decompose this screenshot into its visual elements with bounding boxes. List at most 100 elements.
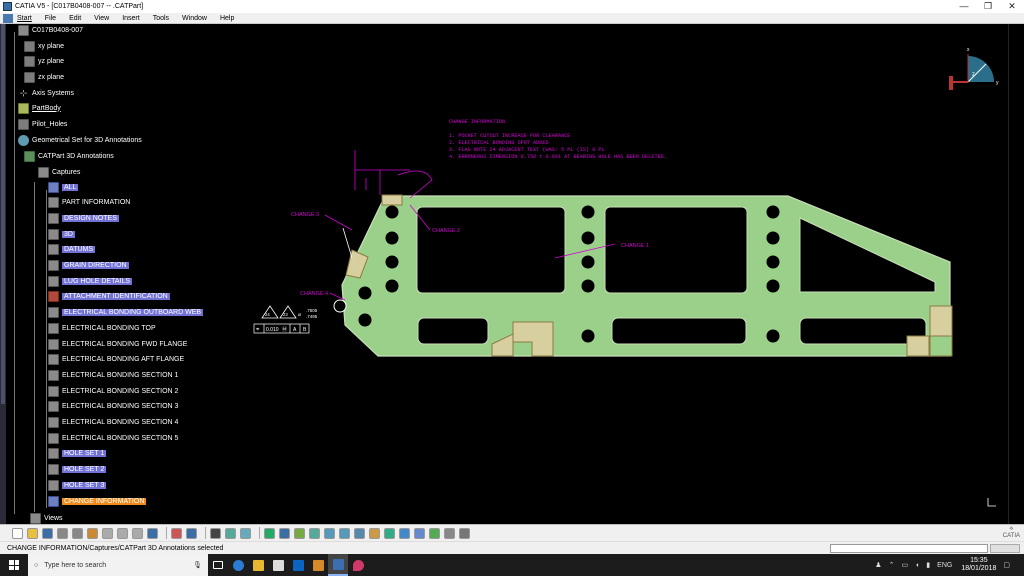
- capture-item[interactable]: ALL: [48, 181, 79, 193]
- toolbar-button-icon[interactable]: [414, 527, 425, 539]
- toolbar-button-icon[interactable]: [171, 527, 182, 539]
- toolbar-button-icon[interactable]: [354, 527, 365, 539]
- paint-icon[interactable]: [308, 554, 328, 576]
- tree-root[interactable]: C017B0408-007: [18, 24, 83, 36]
- capture-item[interactable]: CHANGE INFORMATION: [48, 495, 147, 507]
- toolbar-button-icon[interactable]: [384, 527, 395, 539]
- toolbar-button-icon[interactable]: [294, 527, 305, 539]
- hole[interactable]: [385, 255, 399, 269]
- tree-yz-plane[interactable]: yz plane: [24, 55, 64, 67]
- toolbar-button-icon[interactable]: [459, 527, 470, 539]
- toolbar-button-icon[interactable]: [324, 527, 335, 539]
- hole[interactable]: [385, 231, 399, 245]
- hole[interactable]: [766, 205, 780, 219]
- capture-item[interactable]: HOLE SET 1: [48, 448, 107, 460]
- toolbar-button-icon[interactable]: [225, 527, 236, 539]
- clock[interactable]: 15:35 18/01/2018: [961, 557, 996, 573]
- part-drawing[interactable]: CHANGE INFORMATION 1. POCKET CUTOUT INCRE…: [0, 0, 1024, 576]
- volume-icon[interactable]: ◖: [915, 562, 919, 569]
- capture-item[interactable]: ELECTRICAL BONDING TOP: [48, 322, 156, 334]
- command-input[interactable]: [830, 544, 988, 553]
- catia-task-icon[interactable]: [328, 554, 348, 576]
- toolbar-button-icon[interactable]: [264, 527, 275, 539]
- hole[interactable]: [358, 313, 372, 327]
- battery-icon[interactable]: ▮: [926, 561, 930, 569]
- toolbar-button-icon[interactable]: [132, 527, 143, 539]
- tree-captures[interactable]: Captures: [38, 166, 80, 178]
- capture-item[interactable]: 3D: [48, 228, 75, 240]
- change-2-callout[interactable]: CHANGE 2: [432, 228, 460, 234]
- start-button[interactable]: [0, 554, 28, 576]
- toolbar-button-icon[interactable]: [369, 527, 380, 539]
- toolbar-button-icon[interactable]: [309, 527, 320, 539]
- toolbar-button-icon[interactable]: [27, 527, 38, 539]
- toolbar-button-icon[interactable]: [240, 527, 251, 539]
- hole[interactable]: [581, 279, 595, 293]
- toolbar-button-icon[interactable]: [399, 527, 410, 539]
- tree-partbody[interactable]: PartBody: [18, 102, 61, 114]
- toolbar-button-icon[interactable]: [444, 527, 455, 539]
- capture-item[interactable]: DATUMS: [48, 244, 96, 256]
- hole[interactable]: [581, 255, 595, 269]
- pocket[interactable]: [416, 206, 566, 294]
- command-button[interactable]: [990, 544, 1020, 553]
- toolbar-button-icon[interactable]: [147, 527, 158, 539]
- hole[interactable]: [581, 329, 595, 343]
- pocket[interactable]: [604, 206, 748, 294]
- toolbar-button-icon[interactable]: [279, 527, 290, 539]
- edge-icon[interactable]: [228, 554, 248, 576]
- lug-hole[interactable]: [333, 299, 347, 313]
- compass-icon[interactable]: x y z: [946, 44, 1001, 94]
- tree-geoset[interactable]: Geometrical Set for 3D Annotations: [18, 134, 142, 146]
- capture-item[interactable]: HOLE SET 3: [48, 479, 107, 491]
- capture-item[interactable]: ELECTRICAL BONDING OUTBOARD WEB: [48, 307, 204, 319]
- capture-item[interactable]: HOLE SET 2: [48, 464, 107, 476]
- task-view-icon[interactable]: [208, 554, 228, 576]
- store-icon[interactable]: [268, 554, 288, 576]
- toolbar-button-icon[interactable]: [12, 527, 23, 539]
- tree-xy-plane[interactable]: xy plane: [24, 40, 64, 52]
- capture-item[interactable]: ELECTRICAL BONDING SECTION 4: [48, 417, 178, 429]
- bonding-pad[interactable]: [929, 335, 953, 357]
- toolbar-button-icon[interactable]: [186, 527, 197, 539]
- capture-item[interactable]: PART INFORMATION: [48, 197, 130, 209]
- hole[interactable]: [358, 286, 372, 300]
- change-notes[interactable]: CHANGE INFORMATION 1. POCKET CUTOUT INCRE…: [449, 119, 667, 160]
- change-1-callout[interactable]: CHANGE 1: [621, 243, 649, 249]
- hole[interactable]: [766, 255, 780, 269]
- outlook-icon[interactable]: [288, 554, 308, 576]
- slot[interactable]: [611, 317, 747, 345]
- file-explorer-icon[interactable]: [248, 554, 268, 576]
- toolbar-button-icon[interactable]: [210, 527, 221, 539]
- toolbar-button-icon[interactable]: [429, 527, 440, 539]
- hole[interactable]: [766, 279, 780, 293]
- slot[interactable]: [417, 317, 489, 345]
- change-4-callout[interactable]: CHANGE 4: [300, 291, 328, 297]
- bonding-pad[interactable]: [381, 194, 403, 206]
- hole[interactable]: [581, 205, 595, 219]
- hole[interactable]: [581, 231, 595, 245]
- tree-pilot-holes[interactable]: Pilot_Holes: [18, 118, 67, 130]
- maps-icon[interactable]: [348, 554, 368, 576]
- toolbar-button-icon[interactable]: [57, 527, 68, 539]
- capture-item[interactable]: ELECTRICAL BONDING SECTION 2: [48, 385, 178, 397]
- bonding-pad[interactable]: [906, 335, 930, 357]
- change-3-callout[interactable]: CHANGE 3: [291, 212, 319, 218]
- taskbar-search[interactable]: ○ Type here to search 🎙: [28, 554, 208, 576]
- chevron-up-icon[interactable]: ⌃: [889, 561, 895, 569]
- capture-item[interactable]: ELECTRICAL BONDING FWD FLANGE: [48, 338, 187, 350]
- capture-item[interactable]: ELECTRICAL BONDING SECTION 5: [48, 432, 178, 444]
- toolbar-button-icon[interactable]: [42, 527, 53, 539]
- capture-item[interactable]: DESIGN NOTES: [48, 212, 119, 224]
- hole[interactable]: [766, 231, 780, 245]
- notifications-icon[interactable]: ▢: [1003, 561, 1010, 569]
- tree-zx-plane[interactable]: zx plane: [24, 71, 64, 83]
- toolbar-button-icon[interactable]: [117, 527, 128, 539]
- network-icon[interactable]: ▭: [901, 561, 908, 569]
- capture-item[interactable]: ELECTRICAL BONDING SECTION 3: [48, 401, 178, 413]
- dimension-upper[interactable]: .7505: [306, 308, 318, 313]
- capture-item[interactable]: ELECTRICAL BONDING AFT FLANGE: [48, 354, 184, 366]
- toolbar-button-icon[interactable]: [87, 527, 98, 539]
- hole[interactable]: [385, 279, 399, 293]
- people-icon[interactable]: ♟: [875, 561, 881, 569]
